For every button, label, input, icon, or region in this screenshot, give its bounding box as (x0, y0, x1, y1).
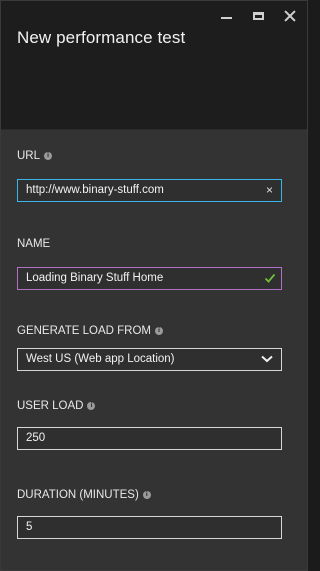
duration-label-text: DURATION (MINUTES) (17, 489, 139, 501)
generate-load-from-value: West US (Web app Location) (26, 353, 175, 365)
check-icon (264, 273, 276, 283)
name-label: NAME (17, 237, 282, 251)
new-performance-test-blade: New performance test URL i http://www.bi… (0, 0, 308, 571)
user-load-label-text: USER LOAD (17, 400, 84, 412)
duration-value: 5 (26, 521, 33, 533)
name-input-value: Loading Binary Stuff Home (26, 272, 164, 284)
close-button[interactable] (281, 7, 299, 25)
name-label-text: NAME (17, 238, 51, 250)
generate-load-from-select[interactable]: West US (Web app Location) (17, 348, 282, 371)
user-load-field: USER LOAD i 250 (17, 399, 282, 450)
blade-header: New performance test (1, 1, 307, 130)
info-icon[interactable]: i (87, 402, 96, 410)
blade-title: New performance test (17, 28, 186, 47)
info-icon[interactable]: i (142, 491, 151, 499)
url-input[interactable]: http://www.binary-stuff.com × (17, 179, 282, 202)
user-load-label: USER LOAD i (17, 399, 282, 413)
test-form: URL i http://www.binary-stuff.com × NAME… (17, 129, 282, 539)
info-icon[interactable]: i (44, 152, 53, 160)
close-icon (284, 10, 296, 22)
user-load-value: 250 (26, 432, 46, 444)
minimize-button[interactable] (217, 7, 235, 25)
chevron-down-icon (261, 355, 273, 363)
duration-input[interactable]: 5 (17, 516, 282, 539)
window-controls (217, 7, 299, 25)
info-icon[interactable]: i (154, 327, 163, 335)
maximize-icon (252, 12, 264, 20)
name-field: NAME Loading Binary Stuff Home (17, 237, 282, 290)
user-load-input[interactable]: 250 (17, 427, 282, 450)
duration-label: DURATION (MINUTES) i (17, 488, 282, 502)
name-input[interactable]: Loading Binary Stuff Home (17, 267, 282, 290)
url-input-value: http://www.binary-stuff.com (26, 184, 164, 196)
generate-load-from-label: GENERATE LOAD FROM i (17, 324, 282, 338)
minimize-icon (220, 17, 232, 19)
duration-field: DURATION (MINUTES) i 5 (17, 488, 282, 539)
url-field: URL i http://www.binary-stuff.com × (17, 149, 282, 202)
clear-icon[interactable]: × (266, 180, 273, 201)
maximize-button[interactable] (249, 7, 267, 25)
url-label-text: URL (17, 150, 41, 162)
generate-load-from-label-text: GENERATE LOAD FROM (17, 325, 151, 337)
url-label: URL i (17, 149, 282, 163)
generate-load-from-field: GENERATE LOAD FROM i West US (Web app Lo… (17, 324, 282, 371)
